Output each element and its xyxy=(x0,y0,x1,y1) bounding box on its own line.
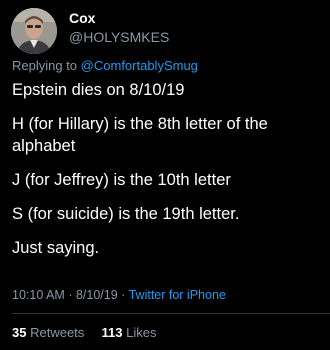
tweet-text: Epstein dies on 8/10/19 H (for Hillary) … xyxy=(12,79,324,271)
tweet-line: J (for Jeffrey) is the 10th letter xyxy=(12,171,231,189)
tweet: Cox @HOLYSMKES Replying to @ComfortablyS… xyxy=(0,0,330,350)
meta-separator: · xyxy=(121,288,126,302)
reply-mention-link[interactable]: @ComfortablySmug xyxy=(81,58,198,73)
tweet-source-link[interactable]: Twitter for iPhone xyxy=(129,288,226,302)
avatar-image xyxy=(11,8,57,54)
retweets-label: Retweets xyxy=(30,325,85,340)
tweet-line: H (for Hillary) is the 8th letter of the… xyxy=(12,115,268,155)
meta-separator: · xyxy=(68,288,73,302)
tweet-line: Just saying. xyxy=(12,239,100,257)
avatar[interactable] xyxy=(11,8,57,54)
retweets-stat[interactable]: 35 Retweets xyxy=(12,325,88,340)
reply-prefix: Replying to xyxy=(12,58,78,73)
tweet-line: S (for suicide) is the 19th letter. xyxy=(12,205,240,223)
likes-stat[interactable]: 113 Likes xyxy=(102,325,157,340)
divider xyxy=(12,313,330,314)
user-handle[interactable]: @HOLYSMKES xyxy=(69,29,169,45)
likes-label: Likes xyxy=(126,325,157,340)
tweet-stats: 35 Retweets 113 Likes xyxy=(12,325,157,340)
tweet-time[interactable]: 10:10 AM xyxy=(12,288,65,302)
reply-context: Replying to @ComfortablySmug xyxy=(12,58,198,73)
tweet-date[interactable]: 8/10/19 xyxy=(76,288,118,302)
display-name[interactable]: Cox xyxy=(69,10,95,26)
tweet-line: Epstein dies on 8/10/19 xyxy=(12,81,185,99)
likes-count: 113 xyxy=(101,325,123,340)
retweets-count: 35 xyxy=(12,325,27,340)
tweet-meta: 10:10 AM · 8/10/19 · Twitter for iPhone xyxy=(12,288,226,302)
